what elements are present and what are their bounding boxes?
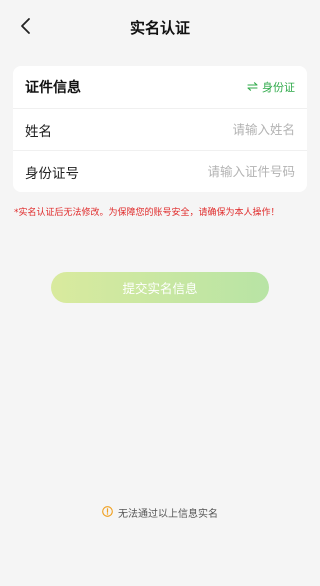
page-title: 实名认证 [129,19,190,37]
id-type-label: 身份证 [262,81,295,94]
name-input[interactable] [135,122,295,137]
id-info-card: 证件信息 身份证 姓名 身份证号 [13,66,307,192]
id-number-input[interactable] [135,164,295,179]
cannot-verify-link[interactable]: 无法通过以上信息实名 [0,505,320,520]
swap-arrows-icon [247,81,258,94]
id-type-switch[interactable]: 身份证 [247,79,295,95]
name-row: 姓名 [13,108,307,150]
top-nav-bar: 实名认证 [0,0,320,56]
submit-button[interactable]: 提交实名信息 [51,272,269,303]
section-title: 证件信息 [25,80,81,96]
id-number-label: 身份证号 [25,165,79,182]
section-header-row: 证件信息 身份证 [13,66,307,108]
id-number-row: 身份证号 [13,150,307,192]
warning-circle-icon [102,505,113,520]
help-text: 无法通过以上信息实名 [118,509,218,520]
name-label: 姓名 [25,123,52,140]
warning-notice: *实名认证后无法修改。为保障您的账号安全，请确保为本人操作！ [14,208,280,218]
